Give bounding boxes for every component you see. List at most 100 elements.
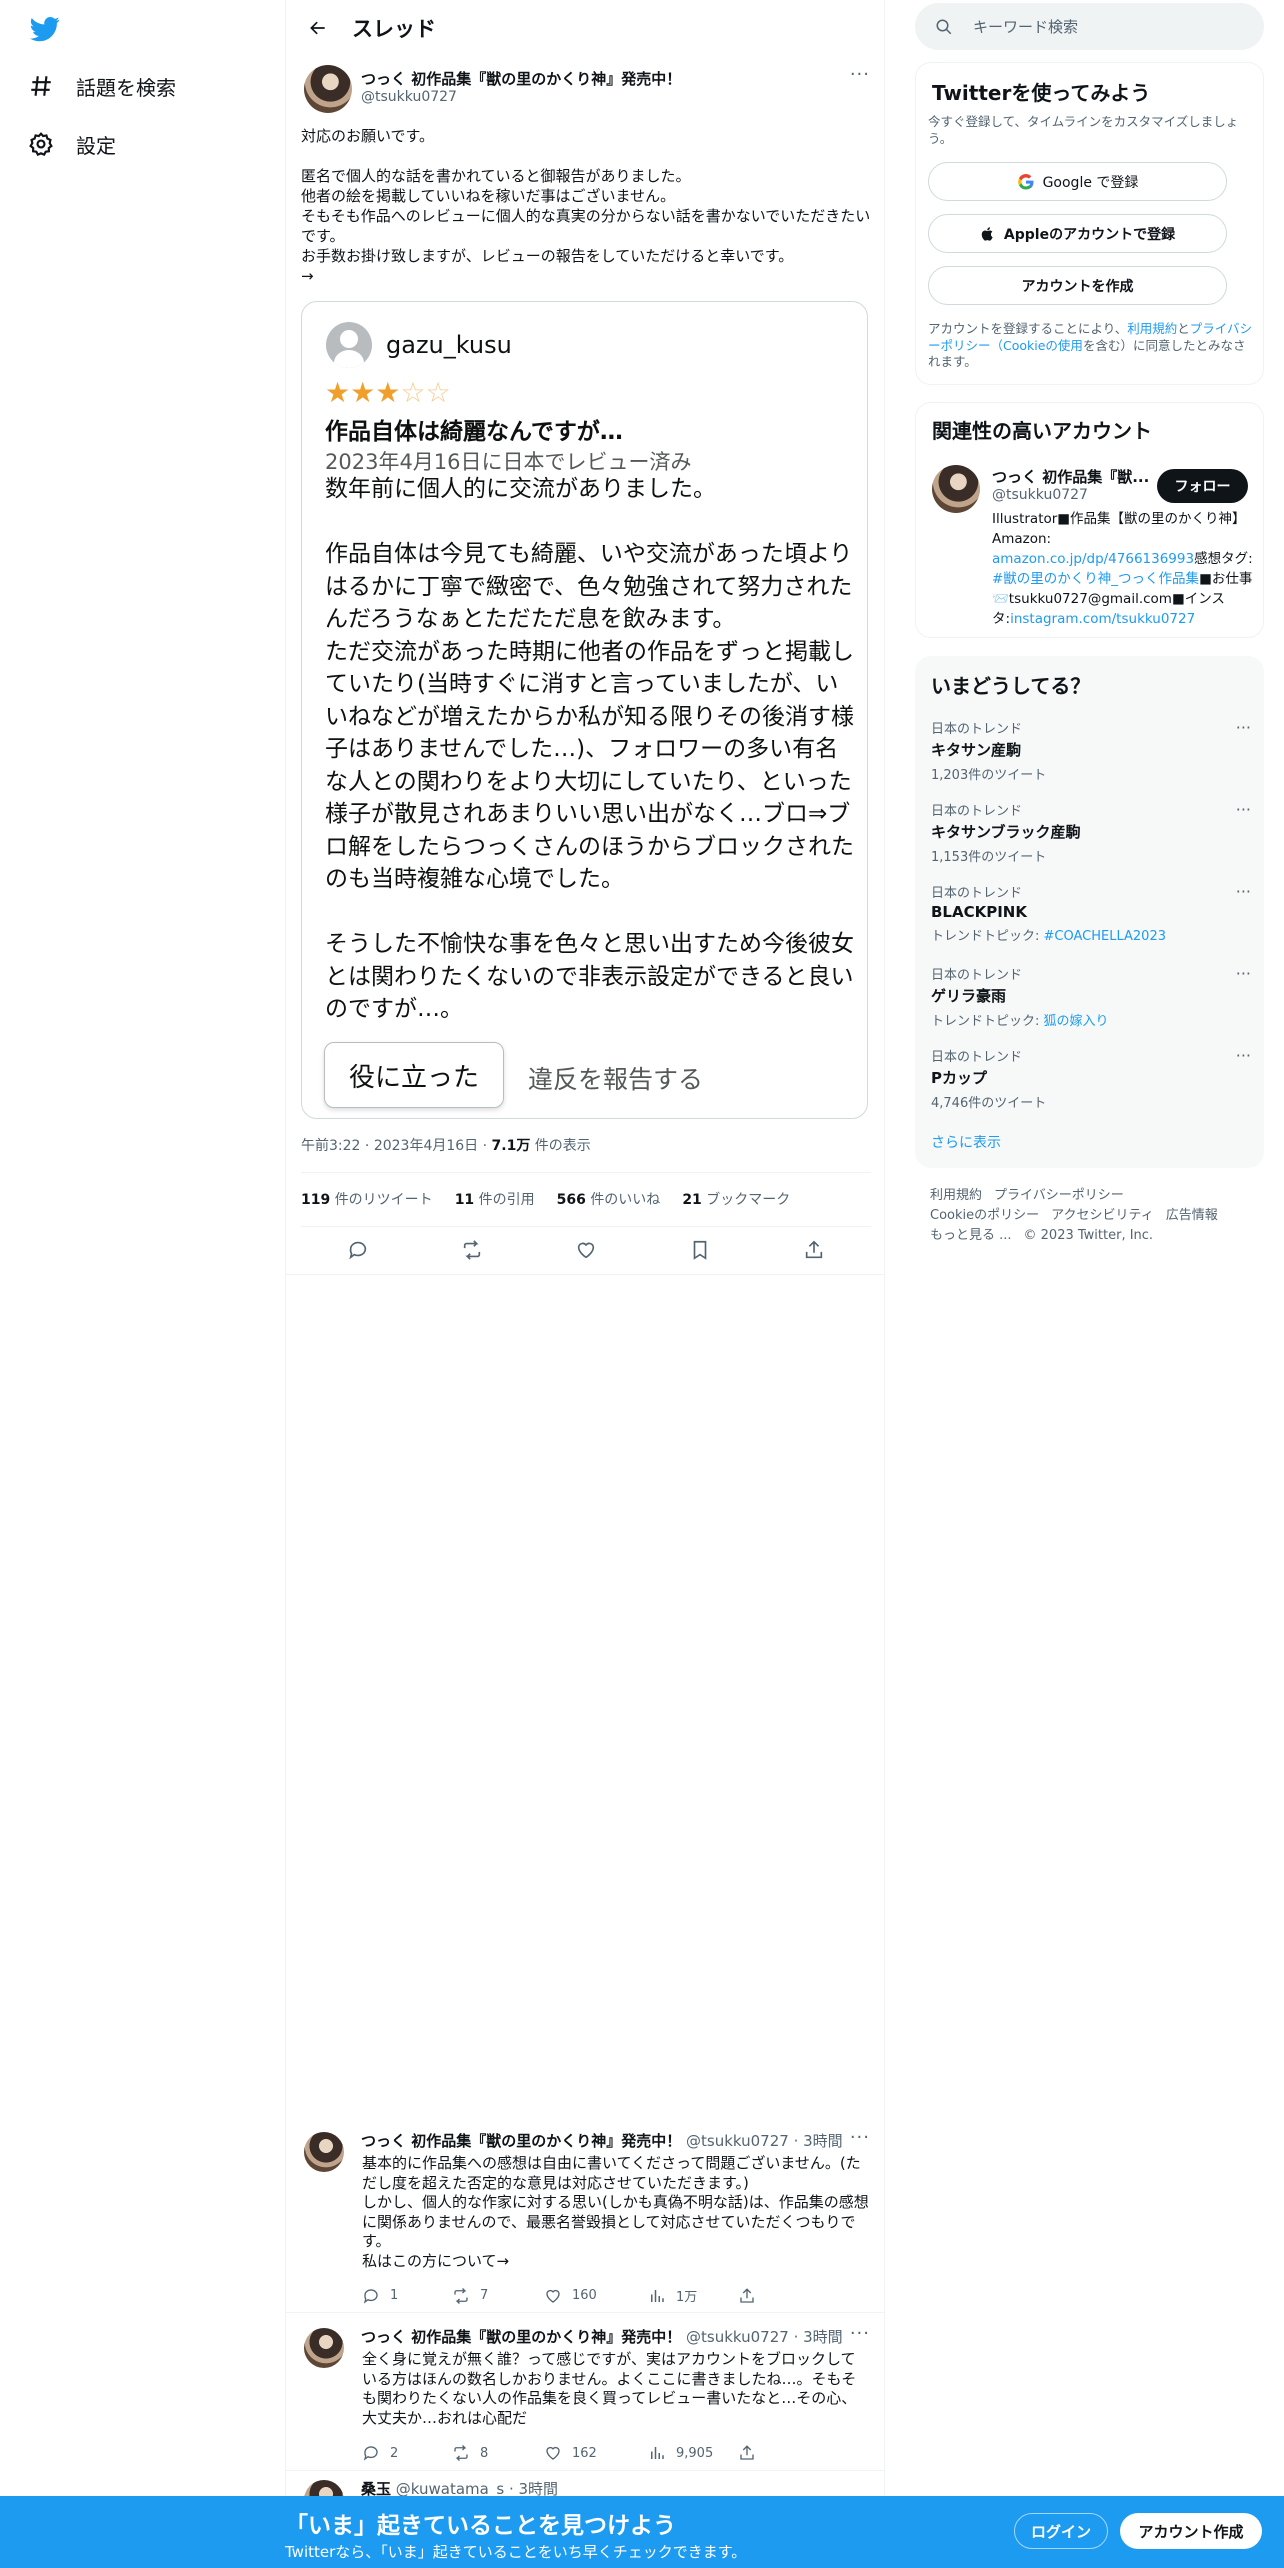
more-options-icon[interactable]: ··· (1236, 718, 1251, 737)
reviewer: gazu_kusu (326, 322, 512, 368)
share-button[interactable] (738, 2444, 756, 2462)
tweet-actions (301, 1228, 871, 1272)
footer-ads[interactable]: 広告情報 (1166, 1208, 1218, 1223)
nav-settings[interactable]: 設定 (28, 124, 116, 164)
related-title: 関連性の高いアカウント (932, 419, 1152, 443)
more-options-icon[interactable]: ··· (1236, 964, 1251, 983)
related-bio: Illustrator■作品集【獣の里のかくり神】Amazon: amazon.… (992, 511, 1253, 627)
more-options-icon[interactable]: ··· (1236, 882, 1251, 901)
reply-actions: 1 7 160 1万 (362, 2286, 782, 2305)
show-more-link[interactable]: さらに表示 (931, 1132, 1001, 1152)
share-button[interactable] (738, 2286, 756, 2305)
quotes-stat[interactable]: 11 件の引用 (455, 1189, 535, 1209)
tweet-text-content: 対応のお願いです。 匿名で個人的な話を書かれていると御報告がありました。 他者の… (301, 127, 871, 285)
review-date: 2023年4月16日に日本でレビュー済み (325, 450, 692, 474)
divider (286, 1274, 884, 1275)
tweet-time[interactable]: 午前3:22 (301, 1138, 360, 1154)
author-handle[interactable]: @tsukku0727 (686, 2132, 789, 2150)
bio-link[interactable]: amazon.co.jp/dp/4766136993 (992, 551, 1194, 567)
reply-time[interactable]: 3時間 (803, 2132, 843, 2150)
more-options-icon[interactable]: ··· (850, 64, 870, 85)
avatar[interactable] (932, 465, 980, 513)
report-link[interactable]: 違反を報告する (528, 1060, 703, 1096)
chart-icon (651, 2289, 664, 2302)
avatar[interactable] (304, 2328, 344, 2368)
related-handle[interactable]: @tsukku0727 (992, 487, 1088, 503)
star-empty-icon: ☆ (400, 376, 426, 409)
footer-privacy[interactable]: プライバシーポリシー (994, 1188, 1124, 1203)
share-icon[interactable] (803, 1239, 825, 1261)
left-nav: 話題を検索 設定 (0, 0, 285, 2568)
author-name[interactable]: つっく 初作品集『獣の里のかくり神』発売中！ (361, 2328, 681, 2346)
likes-stat[interactable]: 566 件のいいね (557, 1189, 661, 1209)
views-count[interactable]: 9,905 (648, 2444, 738, 2462)
nav-explore[interactable]: 話題を検索 (28, 66, 176, 106)
reply-count[interactable]: 1 (362, 2286, 452, 2305)
bookmarks-stat[interactable]: 21 ブックマーク (682, 1189, 790, 1209)
retweet-icon[interactable] (461, 1239, 483, 1261)
search-bar[interactable]: キーワード検索 (915, 3, 1264, 50)
views-count[interactable]: 1万 (648, 2286, 738, 2305)
search-input[interactable]: キーワード検索 (973, 16, 1078, 37)
reply-icon[interactable] (347, 1239, 369, 1261)
avatar[interactable] (304, 65, 352, 113)
signup-button[interactable]: アカウント作成 (1120, 2513, 1262, 2549)
author-name[interactable]: つっく 初作品集『獣の里のかくり神』発売中！ (361, 68, 681, 89)
signup-title: Twitterを使ってみよう (932, 81, 1151, 105)
reply-header: つっく 初作品集『獣の里のかくり神』発売中！ @tsukku0727 · 3時間 (361, 2132, 843, 2150)
like-icon[interactable] (575, 1239, 597, 1261)
related-accounts-box: 関連性の高いアカウント つっく 初作品集『獣... @tsukku0727 フォ… (915, 402, 1264, 638)
create-account-button[interactable]: アカウントを作成 (928, 266, 1227, 305)
footer-cookie[interactable]: Cookieのポリシー (930, 1208, 1039, 1223)
login-button[interactable]: ログイン (1014, 2513, 1108, 2549)
trend-item[interactable]: 日本のトレンド ゲリラ豪雨 トレンドトピック: 狐の嫁入り ··· (931, 964, 1251, 1029)
bookmark-icon[interactable] (689, 1239, 711, 1261)
more-options-icon[interactable]: ··· (850, 2323, 870, 2344)
reply-time[interactable]: 3時間 (803, 2328, 843, 2346)
divider (286, 2470, 884, 2471)
author-name[interactable]: つっく 初作品集『獣の里のかくり神』発売中！ (361, 2132, 681, 2150)
footer-accessibility[interactable]: アクセシビリティ (1051, 1208, 1154, 1223)
author-handle[interactable]: @tsukku0727 (361, 89, 457, 105)
reply-header: つっく 初作品集『獣の里のかくり神』発売中！ @tsukku0727 · 3時間 (361, 2328, 843, 2346)
thread-header: スレッド (286, 0, 884, 55)
hashtag-icon (31, 76, 51, 96)
more-options-icon[interactable]: ··· (1236, 1046, 1251, 1065)
retweets-stat[interactable]: 119 件のリツイート (301, 1189, 433, 1209)
follow-button[interactable]: フォロー (1157, 469, 1248, 503)
reply-count[interactable]: 2 (362, 2444, 452, 2462)
tweet-date[interactable]: 2023年4月16日 (374, 1138, 478, 1154)
terms-link[interactable]: 利用規約 (1127, 321, 1177, 336)
views-count: 7.1万 (491, 1138, 531, 1154)
bio-link[interactable]: instagram.com/tsukku0727 (1010, 611, 1195, 627)
footer-more[interactable]: もっと見る ... (930, 1228, 1012, 1243)
like-icon (546, 2446, 560, 2460)
avatar[interactable] (304, 2132, 344, 2172)
review-card[interactable]: gazu_kusu ★★★☆☆ 作品自体は綺麗なんですが… 2023年4月16日… (301, 301, 868, 1119)
back-arrow-icon[interactable] (300, 10, 336, 46)
more-options-icon[interactable]: ··· (1236, 800, 1251, 819)
page-title: スレッド (352, 16, 436, 41)
star-filled-icon: ★ (325, 376, 351, 409)
helpful-button[interactable]: 役に立った (324, 1042, 504, 1108)
divider (301, 1226, 871, 1227)
default-avatar-icon (326, 322, 372, 368)
footer-terms[interactable]: 利用規約 (930, 1188, 982, 1203)
reply-text: 基本的に作品集への感想は自由に書いてくださって問題ございません。(ただし度を超え… (362, 2154, 869, 2270)
google-signup-button[interactable]: Google で登録 (928, 162, 1227, 201)
tweet-meta: 午前3:22 · 2023年4月16日 · 7.1万 件の表示 (301, 1138, 591, 1154)
twitter-logo-icon[interactable] (30, 14, 60, 44)
trend-item[interactable]: 日本のトレンド キタサンブラック産駒 1,153件のツイート ··· (931, 800, 1251, 865)
retweet-count[interactable]: 8 (452, 2444, 544, 2462)
more-options-icon[interactable]: ··· (850, 2127, 870, 2148)
related-name[interactable]: つっく 初作品集『獣... (992, 466, 1149, 487)
trend-item[interactable]: 日本のトレンド BLACKPINK トレンドトピック: #COACHELLA20… (931, 882, 1251, 944)
trend-item[interactable]: 日本のトレンド キタサン産駒 1,203件のツイート ··· (931, 718, 1251, 783)
apple-signup-button[interactable]: Appleのアカウントで登録 (928, 214, 1227, 253)
trend-item[interactable]: 日本のトレンド Pカップ 4,746件のツイート ··· (931, 1046, 1251, 1111)
like-count[interactable]: 162 (544, 2444, 648, 2462)
bio-link[interactable]: #獣の里のかくり神_つっく作品集 (992, 571, 1199, 587)
like-count[interactable]: 160 (544, 2286, 648, 2305)
retweet-count[interactable]: 7 (452, 2286, 544, 2305)
author-handle[interactable]: @tsukku0727 (686, 2328, 789, 2346)
